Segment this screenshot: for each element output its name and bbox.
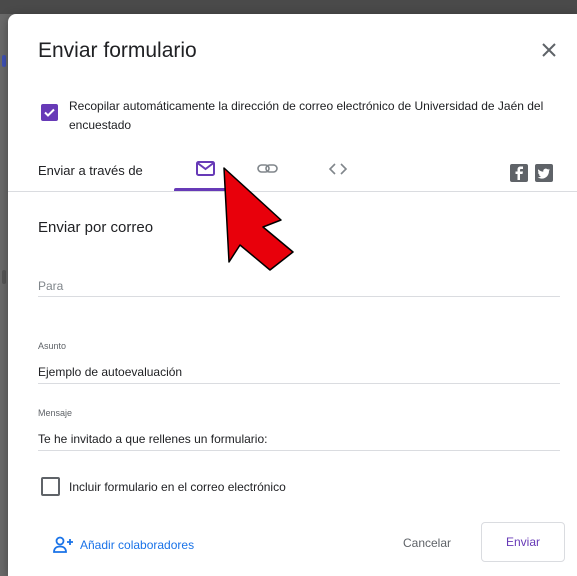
backdrop-top: [0, 0, 577, 14]
close-icon[interactable]: [537, 38, 561, 62]
email-section-title: Enviar por correo: [38, 219, 154, 236]
twitter-icon[interactable]: [535, 164, 553, 182]
to-field[interactable]: Para: [38, 279, 63, 293]
to-field-underline: [38, 296, 560, 297]
cancel-button[interactable]: Cancelar: [391, 526, 463, 560]
add-person-icon: [53, 536, 73, 553]
add-collaborators-label: Añadir colaboradores: [80, 538, 195, 552]
dialog-title: Enviar formulario: [38, 39, 197, 62]
link-icon: [257, 164, 278, 173]
message-label: Mensaje: [38, 408, 73, 418]
facebook-icon[interactable]: [510, 164, 528, 182]
tab-email[interactable]: [180, 154, 230, 184]
tab-link[interactable]: [248, 154, 288, 184]
subject-field[interactable]: Ejemplo de autoevaluación: [38, 365, 182, 379]
backdrop-accent-blue: [2, 55, 6, 67]
include-form-checkbox[interactable]: [41, 477, 60, 496]
subject-field-underline: [38, 383, 560, 384]
send-button[interactable]: Enviar: [481, 522, 565, 562]
send-via-label: Enviar a través de: [38, 163, 143, 178]
embed-code-icon: [328, 163, 348, 175]
collect-email-checkbox[interactable]: [41, 104, 58, 121]
tab-embed[interactable]: [318, 154, 358, 184]
subject-label: Asunto: [38, 341, 67, 351]
collect-email-label: Recopilar automáticamente la dirección d…: [69, 99, 544, 132]
backdrop-accent-gray: [2, 270, 6, 284]
include-form-label: Incluir formulario en el correo electrón…: [69, 480, 286, 494]
message-field-underline: [38, 450, 560, 451]
tabs-divider: [8, 191, 577, 192]
message-field[interactable]: Te he invitado a que rellenes un formula…: [38, 432, 267, 446]
send-form-dialog: Enviar formulario Recopilar automáticame…: [8, 14, 577, 576]
email-icon: [196, 161, 215, 176]
